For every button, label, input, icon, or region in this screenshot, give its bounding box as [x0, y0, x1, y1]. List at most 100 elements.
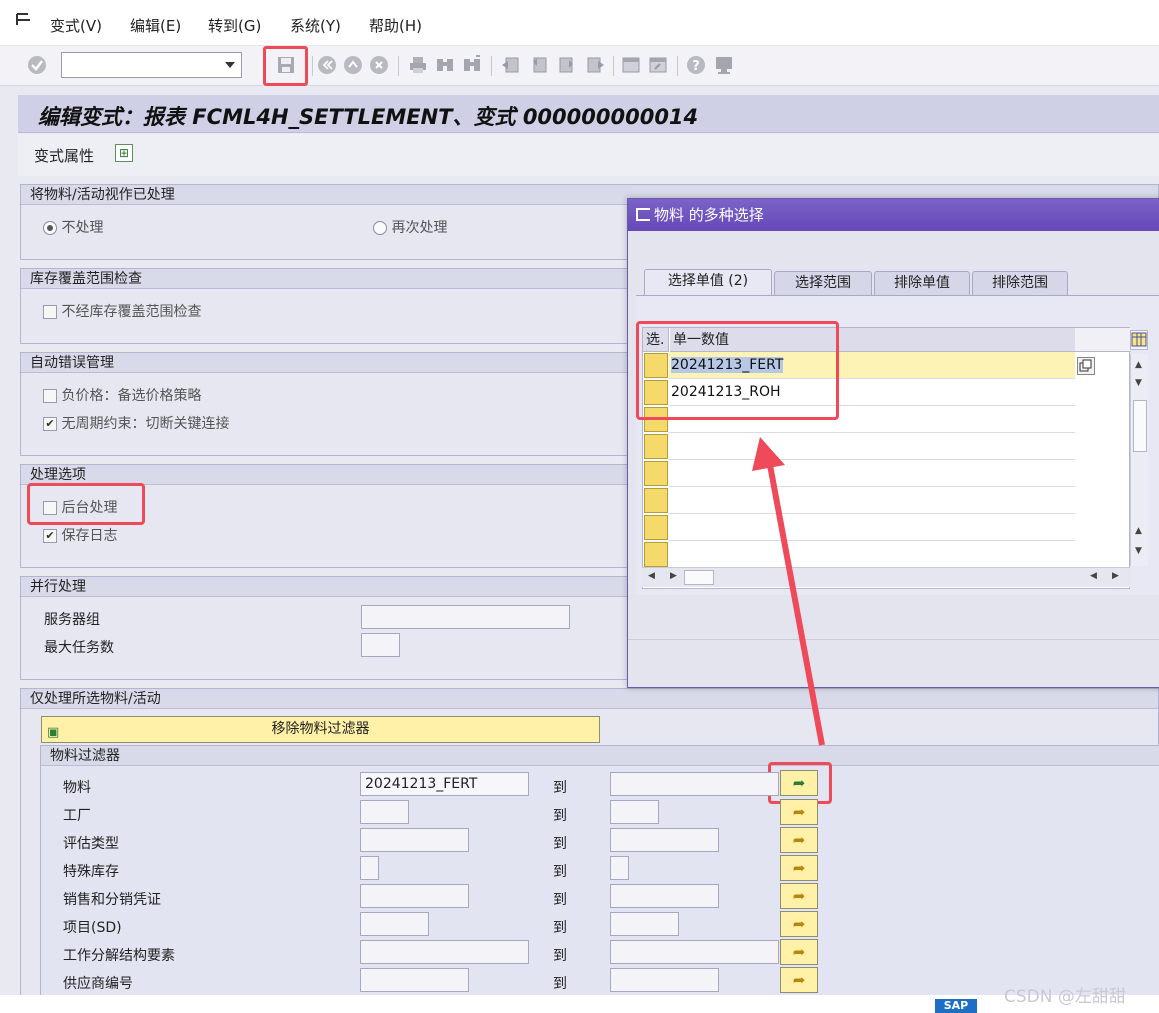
- table-cell-value[interactable]: [669, 514, 1075, 541]
- sd-item-to-input[interactable]: [610, 912, 679, 936]
- tab-select-range[interactable]: 选择范围: [774, 271, 872, 295]
- max-tasks-input[interactable]: [361, 633, 400, 657]
- command-field[interactable]: [61, 52, 242, 78]
- variant-attributes-button[interactable]: 变式属性: [34, 145, 94, 166]
- vendor-to-input[interactable]: [610, 968, 719, 992]
- plant-from-input[interactable]: [360, 800, 409, 824]
- scroll-left-icon[interactable]: ◀: [1090, 571, 1097, 581]
- table-cell-value[interactable]: [669, 433, 1075, 460]
- column-settings-icon[interactable]: [1130, 330, 1148, 350]
- to-label: 到: [553, 976, 567, 992]
- valuation-type-to-input[interactable]: [610, 828, 719, 852]
- valuation-type-from-input[interactable]: [360, 828, 469, 852]
- checkbox-no-stock-check[interactable]: 不经库存覆盖范围检查: [43, 301, 201, 321]
- sd-document-from-input[interactable]: [360, 884, 469, 908]
- row-selector[interactable]: [644, 542, 668, 567]
- row-selector[interactable]: [644, 461, 668, 486]
- menu-variant[interactable]: 变式(V): [50, 15, 102, 36]
- new-session-icon[interactable]: [620, 54, 642, 76]
- multi-selection-button[interactable]: ➦: [780, 911, 818, 937]
- menu-system[interactable]: 系统(Y): [290, 15, 341, 36]
- row-selector[interactable]: [644, 488, 668, 513]
- menu-help[interactable]: 帮助(H): [369, 15, 422, 36]
- find-icon[interactable]: [434, 54, 456, 76]
- customize-icon[interactable]: [713, 54, 735, 76]
- scroll-thumb[interactable]: [1133, 400, 1147, 452]
- system-menu-icon[interactable]: [14, 12, 34, 30]
- multi-selection-button[interactable]: ➦: [780, 883, 818, 909]
- vendor-from-input[interactable]: [360, 968, 469, 992]
- checkbox-icon[interactable]: [43, 305, 57, 319]
- checkbox-save-log[interactable]: ✔ 保存日志: [43, 525, 117, 545]
- horizontal-scrollbar[interactable]: ◀ ▶ ◀ ▶: [642, 567, 1130, 587]
- prev-page-icon[interactable]: [528, 54, 550, 76]
- table-cell-value[interactable]: [669, 487, 1075, 514]
- multi-selection-button[interactable]: ➦: [780, 770, 818, 796]
- scroll-thumb[interactable]: [684, 570, 714, 585]
- plant-to-input[interactable]: [610, 800, 659, 824]
- multi-selection-button[interactable]: ➦: [780, 799, 818, 825]
- radio-reprocess[interactable]: 再次处理: [373, 217, 447, 237]
- special-stock-from-input[interactable]: [360, 856, 379, 880]
- enter-icon[interactable]: [26, 54, 48, 76]
- remove-material-filter-button[interactable]: ▣ 移除物料过滤器: [41, 716, 600, 743]
- menu-bar: 变式(V) 编辑(E) 转到(G) 系统(Y) 帮助(H): [0, 0, 1159, 46]
- print-icon[interactable]: [407, 54, 429, 76]
- chevron-down-icon[interactable]: [225, 62, 235, 68]
- multi-selection-button[interactable]: ➦: [780, 967, 818, 993]
- exit-icon[interactable]: [342, 54, 364, 76]
- row-selector[interactable]: [644, 515, 668, 540]
- wbs-element-from-input[interactable]: [360, 940, 529, 964]
- checkbox-negative-price[interactable]: 负价格：备选价格策略: [43, 385, 201, 405]
- menu-edit[interactable]: 编辑(E): [130, 15, 181, 36]
- multi-selection-button[interactable]: ➦: [780, 827, 818, 853]
- scroll-right-icon[interactable]: ▶: [1112, 571, 1119, 581]
- tab-select-single[interactable]: 选择单值 (2): [644, 269, 772, 295]
- sd-document-to-input[interactable]: [610, 884, 719, 908]
- checkbox-icon[interactable]: [43, 389, 57, 403]
- checkmark-icon[interactable]: ✔: [43, 529, 57, 543]
- sd-item-from-input[interactable]: [360, 912, 429, 936]
- scroll-down-icon[interactable]: ▼: [1135, 546, 1142, 556]
- material-from-input[interactable]: 20241213_FERT: [360, 772, 529, 796]
- special-stock-label: 特殊库存: [63, 864, 119, 880]
- vertical-scrollbar[interactable]: ▲ ▼ ▲ ▼: [1130, 354, 1148, 566]
- radio-button-icon[interactable]: [43, 221, 57, 235]
- row-selector[interactable]: [644, 434, 668, 459]
- scroll-right-icon[interactable]: ▶: [670, 571, 677, 581]
- scroll-up-icon[interactable]: ▲: [1135, 360, 1142, 370]
- first-page-icon[interactable]: [500, 54, 522, 76]
- copy-icon[interactable]: [1077, 357, 1095, 375]
- back-icon[interactable]: [316, 54, 338, 76]
- checkmark-icon[interactable]: ✔: [43, 417, 57, 431]
- material-to-input[interactable]: [610, 772, 779, 796]
- table-cell-value[interactable]: [669, 460, 1075, 487]
- tab-exclude-range[interactable]: 排除范围: [972, 271, 1068, 295]
- multi-selection-button[interactable]: ➦: [780, 939, 818, 965]
- find-next-icon[interactable]: [461, 54, 483, 76]
- radio-not-process[interactable]: 不处理: [43, 217, 103, 237]
- scroll-left-icon[interactable]: ◀: [648, 571, 655, 581]
- multi-selection-button[interactable]: ➦: [780, 855, 818, 881]
- table-cell-value[interactable]: [669, 541, 1075, 568]
- server-group-input[interactable]: [361, 605, 570, 629]
- scroll-down-icon[interactable]: ▼: [1135, 378, 1142, 388]
- help-icon[interactable]: ?: [685, 54, 707, 76]
- radio-button-icon[interactable]: [373, 221, 387, 235]
- checkbox-no-cycle[interactable]: ✔ 无周期约束：切断关键连接: [43, 413, 229, 433]
- tab-exclude-single[interactable]: 排除单值: [874, 271, 970, 295]
- cancel-icon[interactable]: [368, 54, 390, 76]
- save-icon[interactable]: [275, 54, 297, 76]
- variant-attributes-icon[interactable]: ⊞: [115, 144, 133, 162]
- dialog-menu-icon[interactable]: [636, 208, 650, 221]
- multiple-selection-dialog: 物料 的多种选择 选择单值 (2) 选择范围 排除单值 排除范围 选. 单一数值…: [627, 198, 1159, 688]
- to-label: 到: [553, 836, 567, 852]
- last-page-icon[interactable]: [584, 54, 606, 76]
- next-page-icon[interactable]: [556, 54, 578, 76]
- multi-selection-icon: ➦: [792, 831, 806, 849]
- scroll-up-icon[interactable]: ▲: [1135, 526, 1142, 536]
- special-stock-to-input[interactable]: [610, 856, 629, 880]
- shortcut-icon[interactable]: [647, 54, 669, 76]
- wbs-element-to-input[interactable]: [610, 940, 779, 964]
- menu-goto[interactable]: 转到(G): [208, 15, 261, 36]
